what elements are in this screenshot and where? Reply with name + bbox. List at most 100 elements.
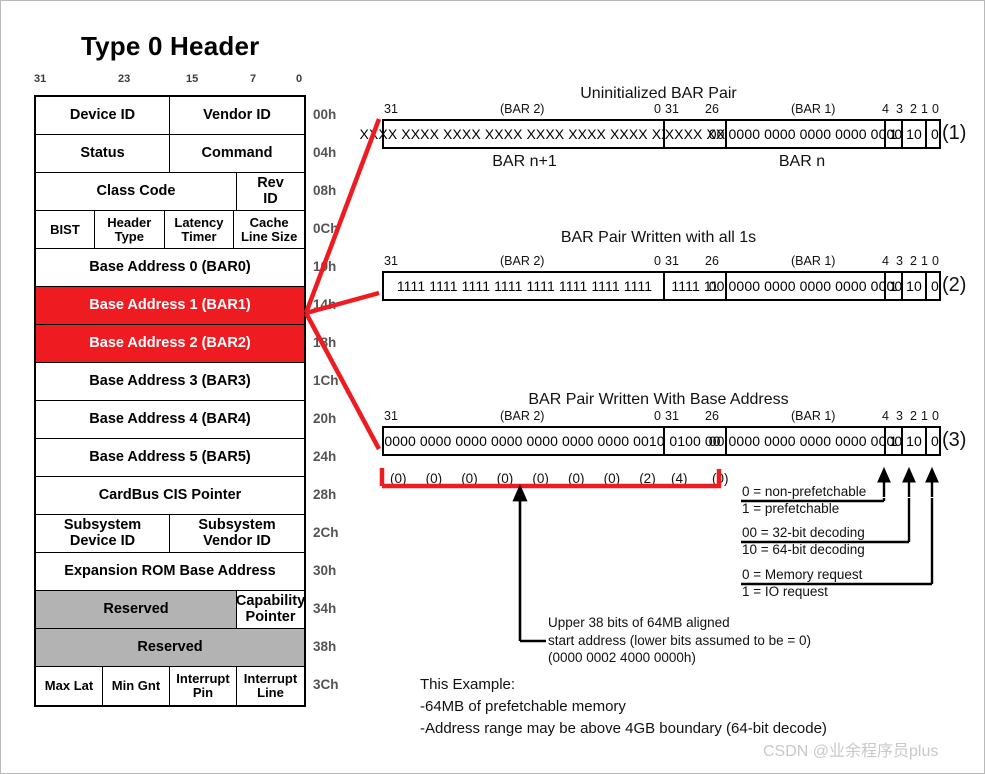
bar1-bit-31: 31	[665, 102, 679, 116]
address-note-line2: start address (lower bits assumed to be …	[548, 632, 811, 648]
offset-label: 30h	[313, 562, 337, 578]
header-field-device-id: Device ID	[36, 97, 170, 134]
header-field-base-address-3-bar3: Base Address 3 (BAR3)	[36, 363, 304, 400]
header-field-status: Status	[36, 135, 170, 172]
bar1-register-box: 1111 11 00 0000 0000 0000 0000 0000 1 10 0	[663, 271, 941, 301]
legend-request-line1: 0 = Memory request	[742, 567, 863, 582]
header-table-row: Reserved Capability Pointer	[36, 591, 305, 629]
address-note-line1: Upper 38 bits of 64MB aligned	[548, 615, 730, 630]
example-line2: -64MB of prefetchable memory	[420, 697, 626, 715]
header-field-max-lat: Max Lat	[36, 667, 103, 705]
header-field-min-gnt: Min Gnt	[103, 667, 170, 705]
bar-diagram-caption: Uninitialized BAR Pair	[580, 85, 737, 102]
header-table-row: Base Address 1 (BAR1)	[36, 287, 304, 325]
offset-label: 2Ch	[313, 524, 339, 540]
header-table-row: Expansion ROM Base Address	[36, 553, 304, 591]
offset-label: 28h	[313, 486, 337, 502]
bar2-bit-labels: 31 (BAR 2) 0	[382, 409, 667, 423]
bar-diagram-index: (3)	[942, 429, 967, 451]
bar2-bit-labels: 31 (BAR 2) 0	[382, 102, 667, 116]
header-table-row: CardBus CIS Pointer	[36, 477, 304, 515]
bar1-space-type-bit: 0	[931, 126, 939, 142]
bar1-name-label: (BAR 1)	[791, 409, 836, 423]
bar2-value: 1111 1111 1111 1111 1111 1111 1111 1111	[396, 278, 653, 294]
header-table-row: Reserved	[36, 629, 304, 667]
bar1-bit-1: 1	[921, 409, 928, 423]
bar1-bit-3: 3	[896, 409, 903, 423]
offset-label: 14h	[313, 296, 337, 312]
bar1-decoding-bits: 10	[903, 428, 927, 454]
bar1-register-name: BAR n	[778, 153, 826, 170]
header-table-row: Base Address 4 (BAR4)	[36, 401, 304, 439]
type0-header-table: Device ID Vendor ID Status Command Class Cod…	[34, 95, 306, 707]
header-table-row: Subsystem Device ID Subsystem Vendor ID	[36, 515, 304, 553]
bit-ruler-tick: 31	[34, 73, 47, 85]
bar1-space-type-bit: 0	[931, 433, 939, 449]
header-field-interrupt-pin: Interrupt Pin	[170, 667, 237, 705]
bar1-bit-26: 26	[705, 102, 719, 116]
nibble-label: (0)	[603, 471, 621, 486]
legend-request: 0 = Memory request 1 = IO request	[742, 567, 862, 601]
header-field-command: Command	[170, 135, 304, 172]
legend-prefetchable: 0 = non-prefetchable 1 = prefetchable	[742, 484, 866, 518]
offset-label: 34h	[313, 600, 337, 616]
header-cell-label: Interrupt Line	[243, 671, 298, 700]
bar2-value: XXXX XXXX XXXX XXXX XXXX XXXX XXXX XXXX	[359, 126, 690, 142]
header-field-cardbus-cis-pointer: CardBus CIS Pointer	[36, 477, 304, 514]
offset-label: 00h	[313, 106, 337, 122]
header-field-base-address-5-bar5: Base Address 5 (BAR5)	[36, 439, 304, 476]
bar1-prefetchable-bit: 1	[886, 121, 903, 147]
bar2-register-name: BAR n+1	[492, 153, 557, 170]
bar1-mid-bits: 00 0000 0000 0000 0000 0000	[709, 273, 902, 299]
legend-decoding: 00 = 32-bit decoding 10 = 64-bit decodin…	[742, 525, 865, 559]
header-field-vendor-id: Vendor ID	[170, 97, 304, 134]
bar1-bit-2: 2	[910, 102, 917, 116]
offset-label: 3Ch	[313, 676, 339, 692]
bar1-space-type-bit: 0	[931, 278, 939, 294]
example-line1: This Example:	[420, 676, 516, 693]
bar2-register-box: XXXX XXXX XXXX XXXX XXXX XXXX XXXX XXXX	[359, 119, 690, 149]
bit-ruler-tick: 15	[186, 73, 199, 85]
bar1-bit-3: 3	[896, 254, 903, 268]
offset-column: 00h 04h 08h 0Ch 10h 14h 18h 1Ch 20h 24h 28h 2Ch 30h 3…	[313, 95, 353, 703]
bar1-bit-labels: 31 26 (BAR 1) 4 3 2 1 0	[663, 409, 941, 423]
bar1-bit-4: 4	[882, 102, 889, 116]
bar2-bit-31: 31	[384, 409, 398, 423]
offset-label: 10h	[313, 258, 337, 274]
bar1-bit-2: 2	[910, 409, 917, 423]
legend-prefetchable-line1: 0 = non-prefetchable	[742, 484, 867, 499]
nibble-label: (0)	[496, 471, 514, 486]
bar1-bit-0: 0	[932, 409, 939, 423]
address-note-line3: (0000 0002 4000 0000h)	[548, 650, 696, 666]
header-field-subsystem-vendor-id: Subsystem Vendor ID	[170, 515, 304, 552]
bit-ruler-tick: 23	[118, 73, 131, 85]
offset-label: 38h	[313, 638, 337, 654]
header-cell-label: Rev ID	[257, 175, 284, 207]
nibble-label: (2)	[639, 471, 656, 486]
watermark: CSDN @业余程序员plus	[763, 743, 939, 760]
bar1-bit-31: 31	[665, 409, 679, 423]
bar1-name-label: (BAR 1)	[791, 102, 836, 116]
nibble-label: (0)	[568, 471, 585, 486]
header-table-row: Base Address 2 (BAR2)	[36, 325, 304, 363]
bar1-prefetchable-bit: 1	[886, 273, 903, 299]
header-field-base-address-4-bar4: Base Address 4 (BAR4)	[36, 401, 304, 438]
bar1-bit-labels: 31 26 (BAR 1) 4 3 2 1 0	[663, 102, 941, 116]
bar2-value: 0000 0000 0000 0000 0000 0000 0000 0010	[384, 433, 665, 449]
example-note: This Example: -64MB of prefetchable memo…	[420, 674, 827, 739]
bar1-decoding-bits: 10	[903, 121, 927, 147]
header-cell-label: Latency Timer	[174, 214, 224, 244]
header-table-row: Status Command	[36, 135, 304, 173]
bar1-bit-26: 26	[705, 409, 719, 423]
header-table-row: BIST Header Type Latency Timer Cache Line Size	[36, 211, 304, 249]
nibble-label: (4)	[671, 471, 688, 486]
nibble-label: (0)	[390, 471, 407, 486]
bar2-name-label: (BAR 2)	[500, 409, 545, 423]
offset-label: 1Ch	[313, 372, 339, 388]
bar-diagram-index: (1)	[942, 122, 967, 144]
bar1-bit-4: 4	[882, 409, 889, 423]
header-table-row: Class Code Rev ID	[36, 173, 304, 211]
bit-ruler-tick: 7	[250, 73, 257, 85]
bar1-name-label: (BAR 1)	[791, 254, 836, 268]
header-field-class-code: Class Code	[36, 173, 237, 210]
